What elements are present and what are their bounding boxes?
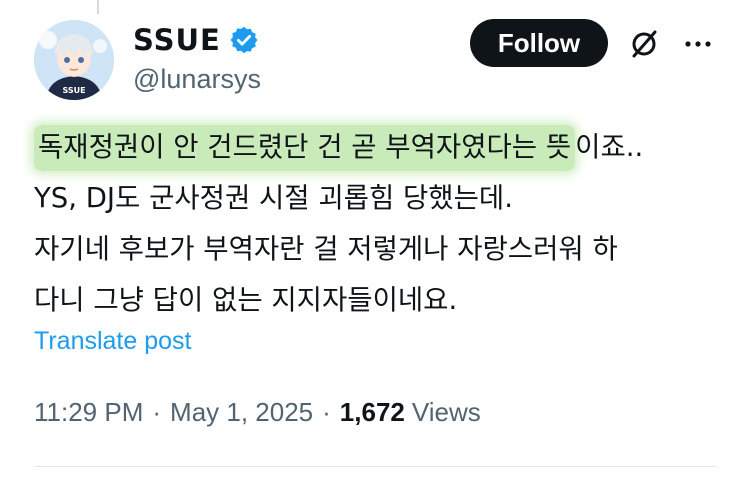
post-time[interactable]: 11:29 PM bbox=[34, 397, 143, 428]
display-name[interactable]: SSUE bbox=[133, 23, 221, 57]
views-count: 1,672 bbox=[339, 397, 405, 427]
thread-connector-line bbox=[97, 0, 99, 14]
views-label: Views bbox=[411, 397, 481, 427]
more-icon[interactable] bbox=[682, 28, 714, 60]
author-handle[interactable]: @lunarsys bbox=[133, 64, 261, 95]
tweet-text: 독재정권이 안 건드렸단 건 곧 부역자였다는 뜻 이죠.. YS, DJ도 군사… bbox=[34, 122, 734, 326]
avatar-logo-text: SSUE bbox=[62, 86, 85, 95]
translate-post-link[interactable]: Translate post bbox=[34, 327, 191, 356]
post-date[interactable]: May 1, 2025 bbox=[170, 397, 313, 428]
avatar[interactable]: SSUE bbox=[34, 20, 114, 100]
post-metadata: 11:29 PM · May 1, 2025 · 1,672 Views bbox=[34, 397, 481, 428]
grok-icon[interactable] bbox=[628, 28, 660, 60]
tweet-line-3: 자기네 후보가 부역자란 걸 저렇게나 자랑스러워 하 bbox=[34, 233, 618, 265]
tweet-line-1-rest: 이죠.. bbox=[575, 131, 644, 163]
meta-separator: · bbox=[152, 397, 162, 427]
tweet-line-1: 독재정권이 안 건드렸단 건 곧 부역자였다는 뜻 이죠.. bbox=[34, 122, 734, 173]
author-name-row[interactable]: SSUE bbox=[133, 22, 259, 58]
meta-separator: · bbox=[322, 397, 331, 427]
verified-badge-icon bbox=[230, 26, 258, 54]
tweet-line-2: YS, DJ도 군사정권 시절 괴롭힘 당했는데. bbox=[34, 182, 513, 214]
tweet-line-4: 다니 그냥 답이 없는 지지자들이네요. bbox=[34, 284, 458, 316]
divider bbox=[34, 466, 716, 467]
avatar-image: SSUE bbox=[34, 20, 114, 100]
follow-button[interactable]: Follow bbox=[470, 19, 608, 67]
highlighted-text: 독재정권이 안 건드렸단 건 곧 부역자였다는 뜻 bbox=[34, 125, 576, 171]
